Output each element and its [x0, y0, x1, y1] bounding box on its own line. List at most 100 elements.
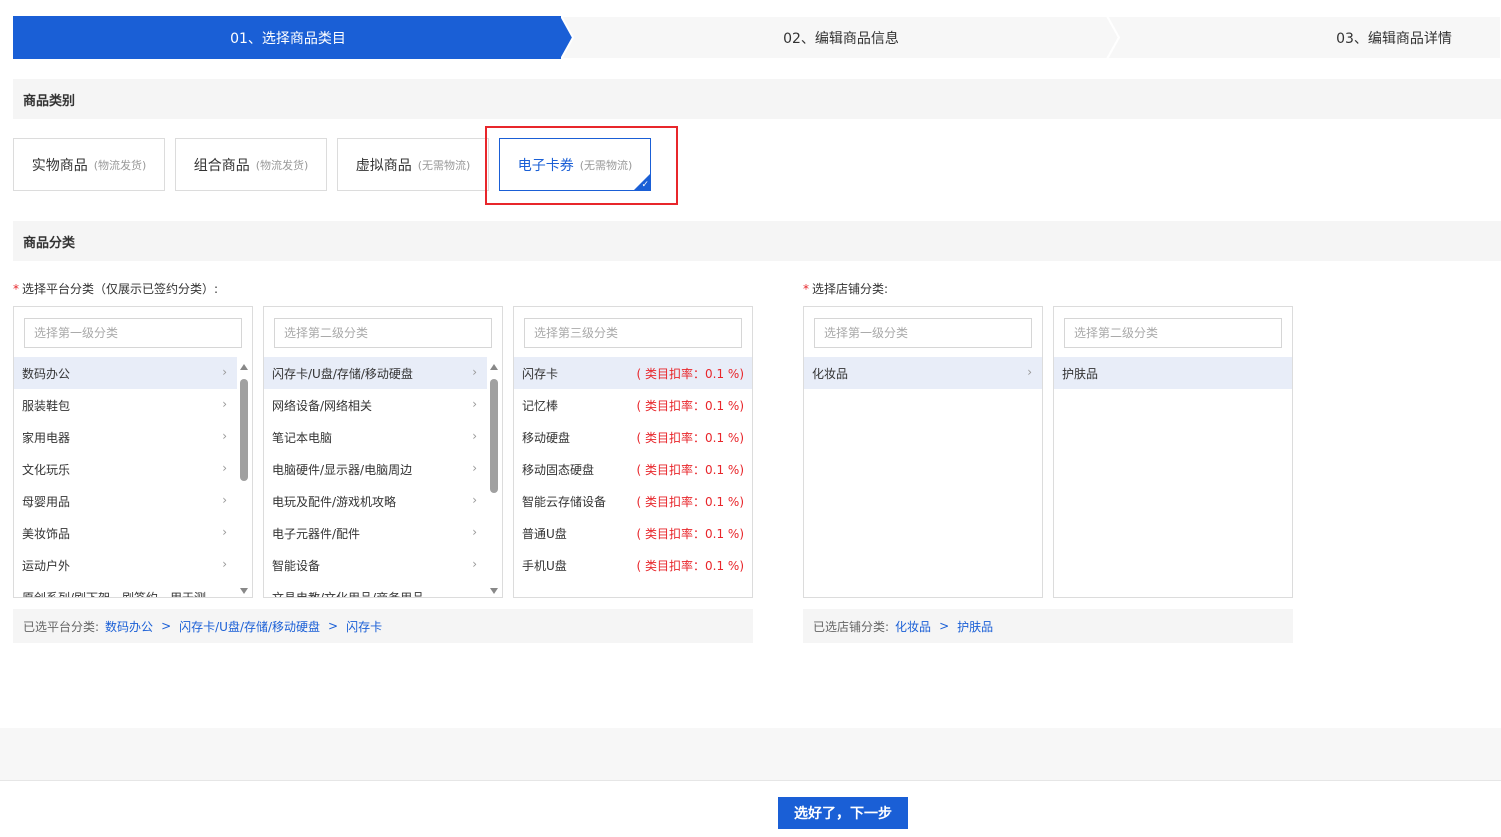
chevron-right-icon: › — [472, 525, 477, 539]
list-item-label: 数码办公 — [22, 366, 71, 381]
scrollbar-thumb[interactable] — [490, 379, 498, 493]
shop-level2-search-input[interactable] — [1064, 318, 1282, 348]
platform-level3-search-input[interactable] — [524, 318, 742, 348]
platform-level2-column: 闪存卡/U盘/存储/移动硬盘 › 网络设备/网络相关 › 笔记本电脑 › 电脑硬件/显… — [263, 306, 503, 598]
platform-level1-column: 数码办公 › 服装鞋包 › 家用电器 › 文化玩乐 › 母婴用品 › 美妆饰品 › 运动户外… — [13, 306, 253, 598]
list-item-label: 移动固态硬盘 — [522, 462, 595, 477]
list-item[interactable]: 运动户外 › — [14, 549, 237, 581]
list-item[interactable]: 闪存卡/U盘/存储/移动硬盘 › — [264, 357, 487, 389]
breadcrumb-link[interactable]: 化妆品 — [895, 618, 931, 635]
commission-rate: ( 类目扣率：0.1 %) — [636, 462, 744, 477]
scrollbar-thumb[interactable] — [240, 379, 248, 481]
platform-level3-list: 闪存卡 ( 类目扣率：0.1 %) 记忆棒 ( 类目扣率：0.1 %) 移动硬盘 ( … — [514, 357, 752, 581]
list-item-label: 护肤品 — [1062, 366, 1099, 381]
list-item-label: 笔记本电脑 — [272, 430, 333, 445]
list-item[interactable]: 护肤品 — [1054, 357, 1292, 389]
list-item[interactable]: 家用电器 › — [14, 421, 237, 453]
list-item[interactable]: 笔记本电脑 › — [264, 421, 487, 453]
list-item[interactable]: 服装鞋包 › — [14, 389, 237, 421]
list-item[interactable]: 美妆饰品 › — [14, 517, 237, 549]
step-2-label: 02、编辑商品信息 — [783, 30, 899, 47]
chevron-right-icon: › — [222, 493, 227, 507]
scroll-down-arrow-icon[interactable] — [490, 588, 498, 594]
list-item-label: 电子元器件/配件 — [272, 526, 361, 541]
chevron-right-icon: › — [222, 557, 227, 571]
list-item[interactable]: 移动固态硬盘 ( 类目扣率：0.1 %) — [514, 453, 752, 485]
type-card-physical[interactable]: 实物商品 (物流发货) — [13, 138, 165, 191]
list-item-label: 电脑硬件/显示器/电脑周边 — [272, 462, 413, 477]
list-item-label: 智能云存储设备 — [522, 494, 607, 509]
chevron-right-icon: › — [472, 365, 477, 379]
breadcrumb-link[interactable]: 护肤品 — [957, 618, 993, 635]
list-item[interactable]: 电玩及配件/游戏机攻略 › — [264, 485, 487, 517]
list-item-label: 网络设备/网络相关 — [272, 398, 373, 413]
list-item[interactable]: 文具电教/文化用品/商务用品 — [264, 581, 487, 598]
platform-level1-list: 数码办公 › 服装鞋包 › 家用电器 › 文化玩乐 › 母婴用品 › 美妆饰品 › 运动户外… — [14, 357, 237, 598]
list-item[interactable]: 化妆品 › — [804, 357, 1042, 389]
list-item[interactable]: 记忆棒 ( 类目扣率：0.1 %) — [514, 389, 752, 421]
shop-selected-summary: 已选店铺分类: 化妆品 > 护肤品 — [803, 609, 1293, 643]
list-item[interactable]: 闪存卡 ( 类目扣率：0.1 %) — [514, 357, 752, 389]
list-item[interactable]: 数码办公 › — [14, 357, 237, 389]
list-item-label: 普通U盘 — [522, 526, 567, 541]
list-item[interactable]: 普通U盘 ( 类目扣率：0.1 %) — [514, 517, 752, 549]
summary-label: 已选平台分类: — [23, 619, 100, 634]
list-item[interactable]: 文化玩乐 › — [14, 453, 237, 485]
scroll-up-arrow-icon[interactable] — [240, 364, 248, 370]
chevron-right-icon: › — [222, 397, 227, 411]
shop-level1-list: 化妆品 › — [804, 357, 1042, 389]
list-item[interactable]: 母婴用品 › — [14, 485, 237, 517]
list-item[interactable]: 电子元器件/配件 › — [264, 517, 487, 549]
list-item[interactable]: 电脑硬件/显示器/电脑周边 › — [264, 453, 487, 485]
platform-category-label-text: 选择平台分类（仅展示已签约分类）: — [22, 282, 219, 296]
scrollbar[interactable] — [238, 361, 250, 597]
chevron-right-icon: › — [222, 525, 227, 539]
scrollbar[interactable] — [488, 361, 500, 597]
platform-level1-search-input[interactable] — [24, 318, 242, 348]
scroll-up-arrow-icon[interactable] — [490, 364, 498, 370]
list-item-label: 家用电器 — [22, 430, 71, 445]
type-card-virtual[interactable]: 虚拟商品 (无需物流) — [337, 138, 489, 191]
shop-category-label: * 选择店铺分类: — [803, 280, 888, 297]
list-item-label: 电玩及配件/游戏机攻略 — [272, 494, 397, 509]
list-item-label: 运动户外 — [22, 558, 71, 573]
section-title-type: 商品类别 — [13, 79, 1501, 119]
chevron-right-icon: › — [472, 557, 477, 571]
summary-label: 已选店铺分类: — [813, 619, 890, 634]
chevron-right-icon: › — [1027, 365, 1032, 379]
type-card-name: 实物商品 — [31, 157, 88, 174]
list-item-label: 美妆饰品 — [22, 526, 71, 541]
chevron-right-icon: › — [472, 461, 477, 475]
list-item-label: 记忆棒 — [522, 398, 559, 413]
list-item[interactable]: 智能设备 › — [264, 549, 487, 581]
chevron-right-icon: › — [222, 461, 227, 475]
list-item[interactable]: 原创系列/刷下架，刷签约，用于测 — [14, 581, 237, 598]
type-card-bundle[interactable]: 组合商品 (物流发货) — [175, 138, 327, 191]
platform-level2-search-input[interactable] — [274, 318, 492, 348]
list-item-label: 手机U盘 — [522, 558, 567, 573]
next-step-button[interactable]: 选好了，下一步 — [778, 797, 908, 829]
breadcrumb-separator: > — [161, 619, 172, 633]
breadcrumb-link[interactable]: 闪存卡 — [346, 618, 382, 635]
breadcrumb-link[interactable]: 数码办公 — [105, 618, 153, 635]
list-item-label: 移动硬盘 — [522, 430, 571, 445]
list-item[interactable]: 网络设备/网络相关 › — [264, 389, 487, 421]
list-item[interactable]: 智能云存储设备 ( 类目扣率：0.1 %) — [514, 485, 752, 517]
shop-level2-column: 护肤品 — [1053, 306, 1293, 598]
list-item[interactable]: 移动硬盘 ( 类目扣率：0.1 %) — [514, 421, 752, 453]
breadcrumb-link[interactable]: 闪存卡/U盘/存储/移动硬盘 — [179, 618, 320, 635]
list-item[interactable]: 手机U盘 ( 类目扣率：0.1 %) — [514, 549, 752, 581]
required-star: * — [13, 282, 19, 296]
list-item-label: 服装鞋包 — [22, 398, 71, 413]
list-item-label: 原创系列/刷下架，刷签约，用于测 — [22, 590, 207, 598]
shop-level1-search-input[interactable] — [814, 318, 1032, 348]
step-1: 01、选择商品类目 — [13, 16, 573, 59]
chevron-right-icon: › — [472, 429, 477, 443]
list-item-label: 母婴用品 — [22, 494, 71, 509]
annotation-highlight-box — [485, 126, 678, 205]
commission-rate: ( 类目扣率：0.1 %) — [636, 398, 744, 413]
type-card-sub: (物流发货) — [255, 158, 309, 172]
scroll-down-arrow-icon[interactable] — [240, 588, 248, 594]
section-title-category: 商品分类 — [13, 221, 1501, 261]
list-item-label: 文化玩乐 — [22, 462, 71, 477]
